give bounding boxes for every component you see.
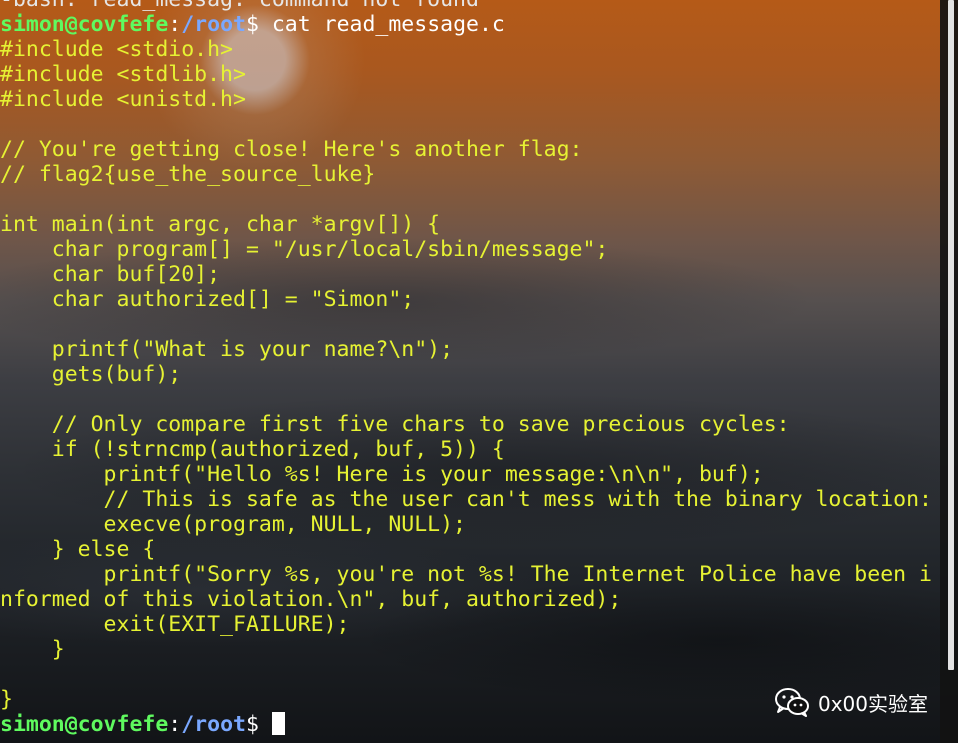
prompt-user-host: simon@covfefe (0, 712, 169, 737)
prompt-dollar: $ (245, 712, 272, 737)
text-cursor[interactable] (271, 712, 285, 735)
code-line: // You're getting close! Here's another … (0, 137, 583, 162)
code-line: // flag2{use_the_source_luke} (0, 162, 376, 187)
code-line: char buf[20]; (0, 262, 221, 287)
code-line: // Only compare first five chars to save… (0, 412, 790, 437)
code-line: char program[] = "/usr/local/sbin/messag… (0, 237, 609, 262)
code-line: exit(EXIT_FAILURE); (0, 612, 350, 637)
command-line: simon@covfefe:/root$ cat read_message.c (0, 12, 940, 37)
code-line: } else { (0, 537, 156, 562)
code-line: #include <stdlib.h> (0, 62, 246, 87)
code-line: printf("Hello %s! Here is your message:\… (0, 462, 764, 487)
code-line: #include <stdio.h> (0, 37, 233, 62)
prompt-dollar: $ (245, 12, 272, 37)
prompt-separator: : (168, 12, 182, 37)
watermark-text: 0x00实验室 (817, 691, 928, 716)
code-line: // This is safe as the user can't mess w… (0, 487, 932, 512)
wechat-icon (774, 687, 810, 717)
code-line: #include <unistd.h> (0, 87, 246, 112)
code-line: char authorized[] = "Simon"; (0, 287, 415, 312)
terminal-output: -bash: read_messag: command not found si… (0, 0, 940, 737)
watermark: 0x00实验室 (774, 687, 928, 717)
code-line: execve(program, NULL, NULL); (0, 512, 466, 537)
prompt-separator: : (168, 712, 182, 737)
code-line: int main(int argc, char *argv[]) { (0, 212, 441, 237)
terminal-window[interactable]: -bash: read_messag: command not found si… (0, 0, 958, 743)
code-line: printf("What is your name?\n"); (0, 337, 454, 362)
command-text: cat read_message.c (271, 12, 505, 37)
code-line: if (!strncmp(authorized, buf, 5)) { (0, 437, 505, 462)
scrollbar-thumb[interactable] (948, 0, 954, 670)
prompt-path: /root (181, 712, 246, 737)
code-line: nformed of this violation.\n", buf, auth… (0, 587, 622, 612)
code-line: printf("Sorry %s, you're not %s! The Int… (0, 562, 932, 587)
prompt-user-host: simon@covfefe (0, 12, 169, 37)
code-line: gets(buf); (0, 362, 182, 387)
code-line: } (0, 637, 65, 662)
scrollbar[interactable] (940, 0, 958, 743)
prompt-path: /root (181, 12, 246, 37)
error-line: -bash: read_messag: command not found (0, 0, 940, 12)
